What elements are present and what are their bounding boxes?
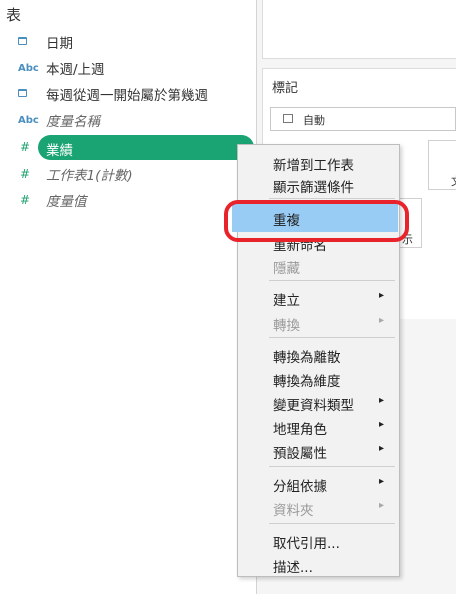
mark-type-label: 自動 (303, 114, 325, 127)
menu-item-label: 描述... (273, 560, 313, 576)
field-label: 工作表1(計數) (46, 168, 133, 184)
field-date[interactable]: 日期 (0, 30, 256, 54)
field-label: 日期 (46, 36, 73, 52)
menu-item-label: 資料夾 (273, 503, 314, 519)
field-label: 度量值 (46, 194, 87, 210)
field-label: 度量名稱 (46, 114, 100, 130)
menu-item-group-by[interactable]: 分組依據 ▸ (238, 472, 399, 495)
marks-text-label: 文 (451, 173, 456, 189)
menu-item-label: 變更資料類型 (273, 398, 354, 414)
menu-item-label: 轉換為維度 (273, 374, 341, 390)
mark-type-dropdown[interactable]: 自動 (270, 107, 456, 131)
menu-item-label: 轉換為離散 (273, 350, 341, 366)
abc-icon: Abc (18, 62, 39, 74)
menu-item-label: 轉換 (273, 318, 300, 334)
menu-item-label: 預設屬性 (273, 446, 327, 462)
menu-item-hide: 隱藏 (238, 254, 399, 277)
field-sheet1-count[interactable]: # 工作表1(計數) (0, 162, 256, 186)
menu-item-folders: 資料夾 ▸ (238, 496, 399, 519)
menu-item-geographic-role[interactable]: 地理角色 ▸ (238, 415, 399, 438)
menu-separator (269, 337, 395, 338)
data-pane-section-title: 表 (6, 6, 22, 24)
menu-item-label: 取代引用... (273, 536, 340, 552)
chevron-right-icon: ▸ (379, 395, 385, 406)
menu-separator (269, 466, 395, 467)
menu-item-replace-references[interactable]: 取代引用... (238, 529, 399, 552)
calendar-icon (18, 36, 40, 48)
data-pane: 表 日期 Abc 本週/上週 每週從週一開始屬於第幾週 Abc 度量名稱 # 業… (0, 0, 256, 594)
menu-item-label: 新增到工作表 (273, 158, 354, 174)
annotation-highlight-ring (224, 200, 409, 242)
menu-item-label: 地理角色 (273, 422, 327, 438)
automatic-mark-icon (283, 114, 293, 123)
field-label: 每週從週一開始屬於第幾週 (46, 88, 208, 104)
menu-item-add-to-sheet[interactable]: 新增到工作表 (238, 151, 399, 174)
chevron-right-icon: ▸ (379, 476, 385, 487)
menu-item-convert-to-dimension[interactable]: 轉換為維度 (238, 367, 399, 390)
abc-icon: Abc (18, 114, 39, 126)
menu-item-change-data-type[interactable]: 變更資料類型 ▸ (238, 391, 399, 414)
menu-separator (269, 280, 395, 281)
chevron-right-icon: ▸ (379, 443, 385, 454)
chevron-right-icon: ▸ (379, 500, 385, 511)
menu-item-default-properties[interactable]: 預設屬性 ▸ (238, 439, 399, 462)
chevron-right-icon: ▸ (379, 290, 385, 301)
measure-icon: # (20, 167, 31, 181)
menu-item-label: 分組依據 (273, 479, 327, 495)
field-measure-names[interactable]: Abc 度量名稱 (0, 108, 256, 132)
marks-text-button[interactable]: 文 (428, 140, 456, 190)
field-label: 本週/上週 (46, 62, 105, 78)
field-this-week-last-week[interactable]: Abc 本週/上週 (0, 56, 256, 80)
menu-item-create[interactable]: 建立 ▸ (238, 286, 399, 309)
menu-item-show-filter[interactable]: 顯示篩選條件 (238, 173, 399, 196)
marks-title: 標記 (272, 81, 299, 96)
menu-item-label: 顯示篩選條件 (273, 180, 354, 196)
menu-item-label: 隱藏 (273, 261, 300, 277)
menu-separator (269, 523, 395, 524)
menu-item-convert-to-discrete[interactable]: 轉換為離散 (238, 343, 399, 366)
field-measure-values[interactable]: # 度量值 (0, 188, 256, 212)
filters-shelf[interactable] (262, 0, 456, 59)
menu-item-transform: 轉換 ▸ (238, 311, 399, 334)
menu-separator (269, 198, 395, 199)
measure-icon: # (20, 193, 31, 207)
chevron-right-icon: ▸ (379, 315, 385, 326)
menu-item-label: 建立 (273, 293, 300, 309)
field-week-number[interactable]: 每週從週一開始屬於第幾週 (0, 82, 256, 106)
selected-field-label: 業績 (46, 143, 73, 159)
calendar-icon (18, 88, 40, 100)
menu-item-describe[interactable]: 描述... (238, 553, 399, 576)
chevron-right-icon: ▸ (379, 419, 385, 430)
